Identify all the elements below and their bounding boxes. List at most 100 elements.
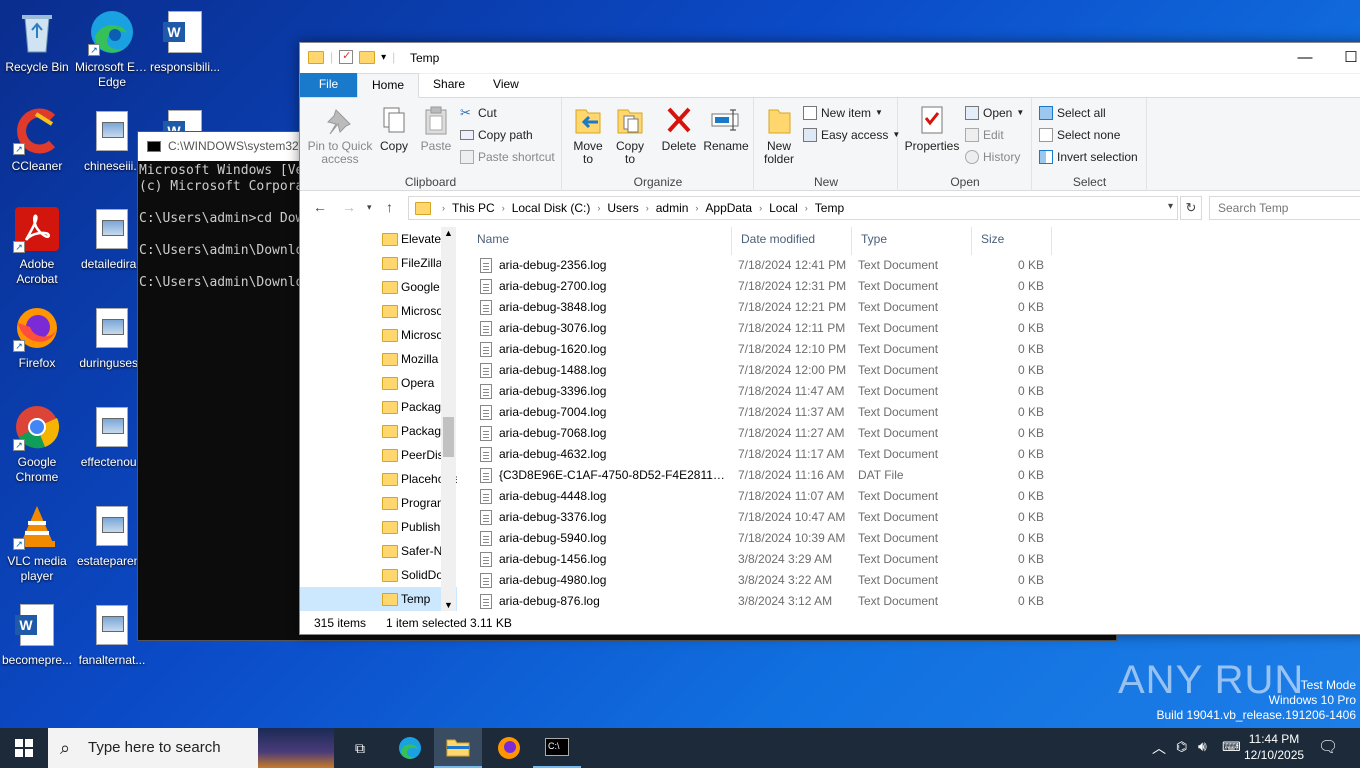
desktop-icon-vlc[interactable]: ↗ VLC media player [0,502,74,584]
file-list[interactable]: aria-debug-2356.log 7/18/2024 12:41 PM Tex… [468,255,1068,611]
nav-item[interactable]: Microsoft [300,323,457,347]
back-button[interactable]: ← [313,199,327,215]
desktop-icon-edge[interactable]: ↗ Microsoft Edge Edge [75,8,149,90]
column-type[interactable]: Type [852,227,972,255]
copy-to-button[interactable]: Copy to [611,104,649,166]
tab-share[interactable]: Share [419,73,479,97]
invert-selection-button[interactable]: Invert selection [1039,148,1138,166]
file-row[interactable]: aria-debug-7068.log 7/18/2024 11:27 AM Tex… [468,423,1068,444]
qa-dropdown-icon[interactable]: ▾ [381,52,386,63]
delete-button[interactable]: Delete [659,104,699,153]
file-row[interactable]: aria-debug-4980.log 3/8/2024 3:22 AM Text … [468,570,1068,591]
desktop-icon-ccleaner[interactable]: ↗ CCleaner [0,107,74,174]
explorer-titlebar[interactable]: | ✓ ▾ | Temp — ☐ [300,43,1360,74]
file-row[interactable]: aria-debug-2356.log 7/18/2024 12:41 PM Tex… [468,255,1068,276]
breadcrumb-appdata[interactable]: AppData [701,201,756,215]
desktop-icon-recycle-bin[interactable]: Recycle Bin [0,8,74,75]
move-to-button[interactable]: Move to [569,104,607,166]
breadcrumb-this-pc[interactable]: This PC [448,201,499,215]
chevron-right-icon[interactable]: › [594,203,603,213]
file-row[interactable]: aria-debug-3848.log 7/18/2024 12:21 PM Tex… [468,297,1068,318]
breadcrumb-local[interactable]: Local [765,201,802,215]
notifications-icon[interactable]: 🗨︎ [1318,737,1338,757]
taskbar-cmd[interactable]: C:\ [533,728,581,768]
file-row[interactable]: aria-debug-1488.log 7/18/2024 12:00 PM Tex… [468,360,1068,381]
navigation-pane[interactable]: Elevate FileZilla Google Microsoft Microsoft… [300,227,457,611]
desktop-icon-becomepre[interactable]: W becomepre... [0,601,74,668]
nav-item[interactable]: PeerDist [300,443,457,467]
paste-button[interactable]: Paste [418,104,454,153]
column-name[interactable]: Name [468,227,732,255]
breadcrumb-users[interactable]: Users [603,201,642,215]
chevron-up-icon[interactable]: ︿ [1152,738,1166,758]
tab-home[interactable]: Home [357,73,420,98]
file-row[interactable]: aria-debug-5940.log 7/18/2024 10:39 AM Tex… [468,528,1068,549]
nav-item[interactable]: Safer-N [300,539,457,563]
pin-quick-access-button[interactable]: Pin to Quick access [306,104,374,166]
history-button[interactable]: History [965,148,1020,166]
nav-item[interactable]: Opera [300,371,457,395]
file-row[interactable]: aria-debug-3076.log 7/18/2024 12:11 PM Tex… [468,318,1068,339]
file-row[interactable]: aria-debug-2700.log 7/18/2024 12:31 PM Tex… [468,276,1068,297]
breadcrumb-temp[interactable]: Temp [811,201,848,215]
new-folder-button[interactable]: New folder [759,104,799,166]
file-row[interactable]: aria-debug-876.log 3/8/2024 3:12 AM Text D… [468,591,1068,611]
input-icon[interactable]: ⌨ [1222,739,1241,755]
copy-path-button[interactable]: Copy path [460,126,533,144]
start-button[interactable] [0,728,48,768]
file-row[interactable]: aria-debug-1456.log 3/8/2024 3:29 AM Text … [468,549,1068,570]
nav-item[interactable]: Programs [300,491,457,515]
forward-button[interactable]: → [342,199,356,215]
nav-item[interactable]: Mozilla [300,347,457,371]
clock[interactable]: 11:44 PM 12/10/2025 [1244,731,1304,763]
select-all-button[interactable]: Select all [1039,104,1106,122]
desktop-icon-responsibili[interactable]: W responsibili... [148,8,222,75]
refresh-button[interactable]: ↻ [1180,196,1202,220]
taskbar-search[interactable]: ⌕ Type here to search [48,728,334,768]
file-row[interactable]: aria-debug-3396.log 7/18/2024 11:47 AM Tex… [468,381,1068,402]
taskbar-file-explorer[interactable] [434,728,482,768]
search-input[interactable]: Search Temp [1209,196,1360,220]
scroll-thumb[interactable] [443,417,454,457]
select-none-button[interactable]: Select none [1039,126,1120,144]
chevron-right-icon[interactable]: › [692,203,701,213]
desktop-icon-firefox[interactable]: ↗ Firefox [0,304,74,371]
easy-access-button[interactable]: Easy access ▼ [803,126,900,144]
breadcrumb-local-disk[interactable]: Local Disk (C:) [508,201,595,215]
scroll-down-icon[interactable]: ▼ [444,600,453,610]
chevron-right-icon[interactable]: › [802,203,811,213]
breadcrumb[interactable]: › This PC › Local Disk (C:) › Users › admin… [408,196,1178,220]
column-date-modified[interactable]: Date modified [732,227,852,255]
nav-item[interactable]: Publish [300,515,457,539]
chevron-down-icon[interactable]: ▾ [1168,201,1173,212]
file-row[interactable]: aria-debug-1620.log 7/18/2024 12:10 PM Tex… [468,339,1068,360]
tab-file[interactable]: File [300,73,357,97]
desktop-icon-chrome[interactable]: ↗ Google Chrome [0,403,74,485]
breadcrumb-admin[interactable]: admin [652,201,693,215]
file-row[interactable]: aria-debug-4632.log 7/18/2024 11:17 AM Tex… [468,444,1068,465]
nav-item[interactable]: Microsoft [300,299,457,323]
paste-shortcut-button[interactable]: Paste shortcut [460,148,555,166]
nav-item[interactable]: FileZilla [300,251,457,275]
properties-qa-icon[interactable]: ✓ [339,50,354,64]
rename-button[interactable]: Rename [703,104,749,153]
nav-item[interactable]: Google [300,275,457,299]
desktop-icon-hidden-word[interactable]: W [148,107,222,131]
network-icon[interactable]: ⌬ [1176,739,1187,755]
scroll-up-icon[interactable]: ▲ [444,228,453,238]
maximize-button[interactable]: ☐ [1328,43,1360,74]
chevron-right-icon[interactable]: › [756,203,765,213]
new-folder-qa-icon[interactable] [359,50,376,64]
nav-item[interactable]: Packages [300,395,457,419]
minimize-button[interactable]: — [1282,43,1328,74]
new-item-button[interactable]: New item ▼ [803,104,883,122]
properties-button[interactable]: Properties [903,104,961,153]
nav-item[interactable]: Placeholder [300,467,457,491]
edit-button[interactable]: Edit [965,126,1004,144]
cut-button[interactable]: ✂ Cut [460,104,497,122]
taskbar-edge[interactable] [386,728,434,768]
file-row[interactable]: aria-debug-4448.log 7/18/2024 11:07 AM Tex… [468,486,1068,507]
tab-view[interactable]: View [479,73,533,97]
volume-icon[interactable]: 🔊︎ [1198,738,1207,755]
desktop-icon-acrobat[interactable]: ↗ Adobe Acrobat [0,205,74,287]
